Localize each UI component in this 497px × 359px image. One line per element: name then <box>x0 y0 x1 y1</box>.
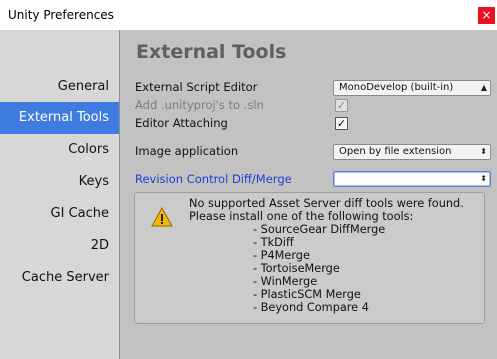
main-panel: External Tools External Script Editor Mo… <box>120 30 497 359</box>
image-application-dropdown[interactable]: Open by file extension ⬍ <box>333 144 491 160</box>
warning-icon <box>151 207 173 227</box>
sidebar-item-keys[interactable]: Keys <box>0 166 119 198</box>
sidebar: General External Tools Colors Keys GI Ca… <box>0 30 120 359</box>
tool-item: - WinMerge <box>253 275 318 288</box>
dropdown-arrow-icon: ▲ <box>480 83 487 92</box>
external-script-editor-dropdown[interactable]: MonoDevelop (built-in) ▲ <box>333 80 491 96</box>
editor-attaching-checkbox[interactable]: ✓ <box>335 117 348 130</box>
dropdown-arrow-icon: ⬍ <box>480 147 487 156</box>
close-button[interactable]: × <box>478 7 495 24</box>
checkmark-icon: ✓ <box>336 99 347 112</box>
editor-attaching-label: Editor Attaching <box>135 116 228 130</box>
window-title: Unity Preferences <box>8 8 114 22</box>
dropdown-arrow-icon: ⬍ <box>480 174 487 183</box>
help-line: No supported Asset Server diff tools wer… <box>189 197 464 210</box>
image-application-label: Image application <box>135 144 239 158</box>
revision-control-label: Revision Control Diff/Merge <box>135 172 292 186</box>
sidebar-item-colors[interactable]: Colors <box>0 134 119 166</box>
tool-item: - P4Merge <box>253 249 310 262</box>
preferences-window: Unity Preferences × General External Too… <box>0 0 497 359</box>
sidebar-item-external-tools[interactable]: External Tools <box>0 102 119 134</box>
help-line: Please install one of the following tool… <box>189 210 414 223</box>
external-script-editor-label: External Script Editor <box>135 80 258 94</box>
checkmark-icon: ✓ <box>336 117 347 130</box>
tool-item: - SourceGear DiffMerge <box>253 223 386 236</box>
sidebar-item-gi-cache[interactable]: GI Cache <box>0 198 119 230</box>
sidebar-item-cache-server[interactable]: Cache Server <box>0 262 119 294</box>
external-script-editor-value: MonoDevelop (built-in) <box>339 82 454 93</box>
image-application-value: Open by file extension <box>339 146 452 157</box>
help-message: No supported Asset Server diff tools wer… <box>189 197 464 314</box>
sidebar-item-general[interactable]: General <box>0 71 119 103</box>
tool-item: - TkDiff <box>253 236 294 249</box>
tool-item: - TortoiseMerge <box>253 262 340 275</box>
sidebar-item-2d[interactable]: 2D <box>0 230 119 262</box>
tool-item: - Beyond Compare 4 <box>253 301 369 314</box>
add-unityproj-label: Add .unityproj's to .sln <box>135 98 264 112</box>
page-title: External Tools <box>136 41 287 63</box>
add-unityproj-checkbox[interactable]: ✓ <box>335 99 348 112</box>
help-box: No supported Asset Server diff tools wer… <box>134 192 485 324</box>
title-bar: Unity Preferences × <box>0 0 497 30</box>
tool-item: - PlasticSCM Merge <box>253 288 361 301</box>
revision-control-dropdown[interactable]: ⬍ <box>333 171 491 187</box>
